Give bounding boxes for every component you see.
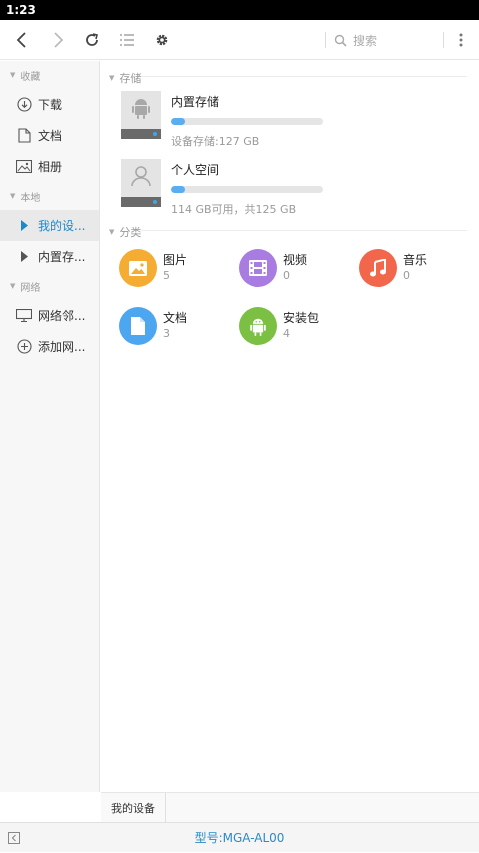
storage-title: 个人空间 — [171, 163, 220, 177]
android-apk-icon — [239, 307, 277, 345]
sidebar: ▼ 收藏 下载 文档 相册 ▼ 本地 我的设... 内置存... ▼ 网络 网络… — [0, 61, 100, 792]
list-view-icon[interactable] — [111, 20, 143, 60]
forward-arrow-icon[interactable] — [42, 20, 74, 60]
document-icon — [119, 307, 157, 345]
refresh-icon[interactable] — [76, 20, 108, 60]
sidebar-group-network[interactable]: ▼ 网络 — [0, 272, 99, 300]
bottom-bar: 型号:MGA-AL00 — [0, 822, 479, 852]
person-storage-icon — [121, 159, 161, 207]
triangle-down-icon: ▼ — [10, 282, 16, 290]
main-content: ▼ 存储 内置存储 设备存储:127 GB 个人空间 114 GB可用，共125… — [101, 61, 479, 792]
category-videos[interactable]: 视频 0 — [239, 248, 349, 288]
triangle-down-icon: ▼ — [109, 228, 115, 236]
search-icon — [334, 34, 347, 47]
category-section-header[interactable]: ▼ 分类 — [109, 224, 141, 240]
sidebar-group-favorites[interactable]: ▼ 收藏 — [0, 61, 99, 89]
triangle-down-icon: ▼ — [109, 74, 115, 82]
storage-meta: 设备存储:127 GB — [171, 135, 260, 148]
section-divider — [141, 230, 467, 231]
add-circle-icon — [16, 339, 32, 355]
triangle-down-icon: ▼ — [10, 192, 16, 200]
triangle-right-icon — [16, 249, 32, 265]
sidebar-item-network-neighborhood[interactable]: 网络邻... — [0, 300, 99, 331]
triangle-right-icon — [16, 218, 32, 234]
toolbar: 搜索 — [0, 20, 479, 60]
category-documents[interactable]: 文档 3 — [119, 306, 229, 346]
network-monitor-icon — [16, 308, 32, 324]
sidebar-item-my-device[interactable]: 我的设... — [0, 210, 99, 241]
sidebar-item-add-network[interactable]: 添加网... — [0, 331, 99, 362]
device-model-label: 型号:MGA-AL00 — [194, 831, 285, 845]
settings-gear-icon[interactable] — [146, 20, 178, 60]
sidebar-group-local[interactable]: ▼ 本地 — [0, 182, 99, 210]
more-vertical-icon[interactable] — [445, 20, 477, 60]
triangle-down-icon: ▼ — [10, 71, 16, 79]
storage-usage-bar — [171, 118, 323, 125]
toolbar-divider — [443, 32, 444, 48]
storage-meta: 114 GB可用，共125 GB — [171, 203, 297, 216]
music-note-icon — [359, 249, 397, 287]
storage-internal[interactable]: 内置存储 设备存储:127 GB — [121, 91, 461, 151]
picture-icon — [16, 159, 32, 175]
sidebar-item-downloads[interactable]: 下载 — [0, 89, 99, 120]
sidebar-item-documents[interactable]: 文档 — [0, 120, 99, 151]
video-film-icon — [239, 249, 277, 287]
path-bar: 我的设备 — [101, 792, 479, 822]
download-icon — [16, 97, 32, 113]
sidebar-item-internal-storage[interactable]: 内置存... — [0, 241, 99, 272]
storage-section-header[interactable]: ▼ 存储 — [109, 70, 141, 86]
sidebar-item-gallery[interactable]: 相册 — [0, 151, 99, 182]
android-storage-icon — [121, 91, 161, 139]
collapse-sidebar-icon[interactable] — [8, 832, 20, 844]
category-pictures[interactable]: 图片 5 — [119, 248, 229, 288]
storage-personal-space[interactable]: 个人空间 114 GB可用，共125 GB — [121, 159, 461, 219]
category-packages[interactable]: 安装包 4 — [239, 306, 349, 346]
status-bar: 1:23 — [0, 0, 479, 20]
category-music[interactable]: 音乐 0 — [359, 248, 469, 288]
image-icon — [119, 249, 157, 287]
section-divider — [141, 76, 467, 77]
search-placeholder: 搜索 — [353, 33, 378, 48]
breadcrumb-my-device[interactable]: 我的设备 — [101, 793, 166, 822]
storage-usage-bar — [171, 186, 323, 193]
document-icon — [16, 128, 32, 144]
toolbar-divider — [325, 32, 326, 48]
status-time: 1:23 — [6, 3, 36, 17]
back-arrow-icon[interactable] — [6, 20, 38, 60]
storage-title: 内置存储 — [171, 95, 220, 109]
search-input[interactable]: 搜索 — [334, 30, 434, 50]
